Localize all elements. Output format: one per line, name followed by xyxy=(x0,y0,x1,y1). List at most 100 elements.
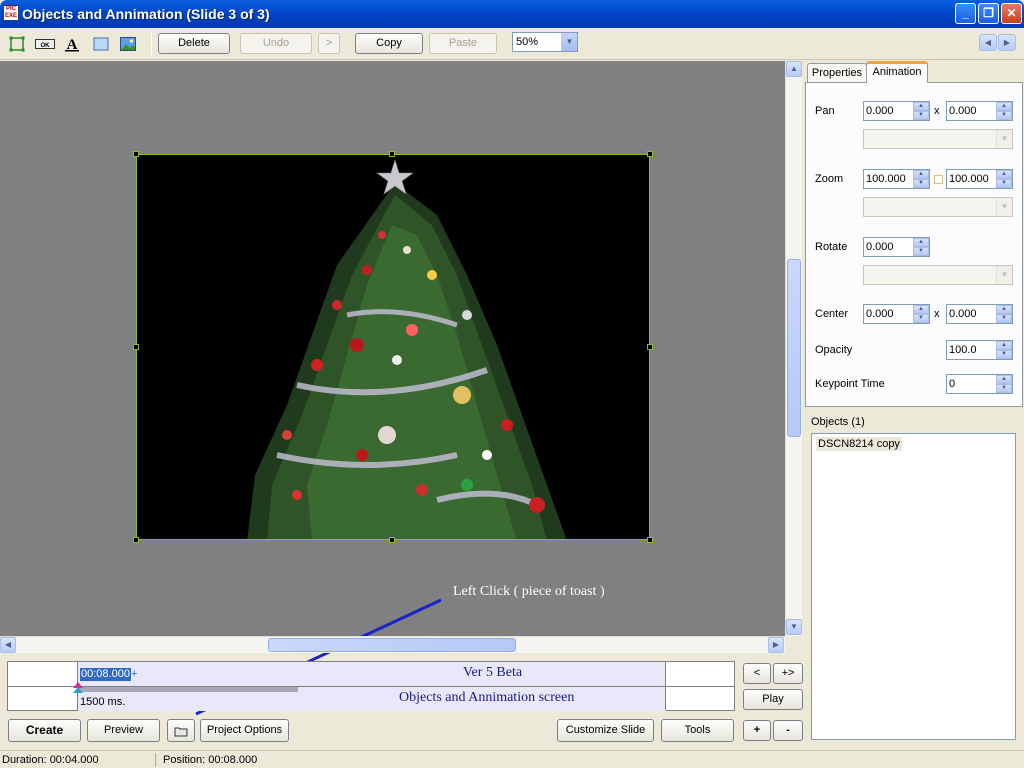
resize-handle[interactable] xyxy=(389,151,395,157)
spin-up-icon[interactable]: ▲ xyxy=(913,102,929,111)
spin-up-icon[interactable]: ▲ xyxy=(996,341,1012,350)
spin-down-icon[interactable]: ▼ xyxy=(996,350,1012,359)
delete-button[interactable]: Delete xyxy=(158,33,230,54)
spin-down-icon[interactable]: ▼ xyxy=(996,179,1012,188)
horizontal-scrollbar[interactable]: ◀ ▶ xyxy=(0,636,785,653)
svg-text:A: A xyxy=(67,37,78,52)
christmas-tree-image[interactable] xyxy=(136,154,650,540)
minimize-button[interactable]: _ xyxy=(955,3,976,24)
keypoint-time-label: Keypoint Time xyxy=(815,378,885,390)
create-button[interactable]: Create xyxy=(8,719,81,742)
zoom-x-field[interactable]: 100.000 ▲ ▼ xyxy=(863,169,930,189)
open-folder-button[interactable] xyxy=(167,719,195,742)
center-y-value: 0.000 xyxy=(949,308,977,320)
paste-button[interactable]: Paste xyxy=(429,33,497,54)
horizontal-scroll-thumb[interactable] xyxy=(268,638,516,652)
remove-keypoint-button[interactable]: - xyxy=(773,720,803,741)
spin-down-icon[interactable]: ▼ xyxy=(913,111,929,120)
spin-up-icon[interactable]: ▲ xyxy=(913,305,929,314)
customize-slide-button[interactable]: Customize Slide xyxy=(557,719,654,742)
scroll-right-icon[interactable]: ▶ xyxy=(768,637,784,653)
slide-title-line1: Ver 5 Beta xyxy=(463,665,523,680)
pan-curve-select[interactable]: ▼ xyxy=(863,129,1013,149)
rectangle-object-icon[interactable] xyxy=(93,36,109,52)
spin-down-icon[interactable]: ▼ xyxy=(996,111,1012,120)
timeline-divider xyxy=(665,662,666,710)
folder-icon xyxy=(174,727,188,737)
list-item[interactable]: DSCN8214 copy xyxy=(816,437,902,451)
resize-handle[interactable] xyxy=(389,537,395,543)
spin-up-icon[interactable]: ▲ xyxy=(996,102,1012,111)
status-bar: Duration: 00:04.000 Position: 00:08.000 xyxy=(0,750,1024,768)
zoom-y-field[interactable]: 100.000 ▲ ▼ xyxy=(946,169,1013,189)
play-button[interactable]: Play xyxy=(743,689,803,710)
rotate-field[interactable]: 0.000 ▲ ▼ xyxy=(863,237,930,257)
project-options-button[interactable]: Project Options xyxy=(200,719,289,742)
spin-up-icon[interactable]: ▲ xyxy=(913,170,929,179)
spin-down-icon[interactable]: ▼ xyxy=(913,179,929,188)
scroll-left-icon[interactable]: ◀ xyxy=(0,637,16,653)
pan-y-field[interactable]: 0.000 ▲ ▼ xyxy=(946,101,1013,121)
chevron-down-icon[interactable]: ▼ xyxy=(996,198,1012,216)
chevron-down-icon[interactable]: ▼ xyxy=(561,33,577,51)
resize-handle[interactable] xyxy=(647,537,653,543)
add-keypoint-button[interactable]: + xyxy=(743,720,771,741)
tab-animation[interactable]: Animation xyxy=(866,61,928,83)
properties-panel: Properties Animation Pan 0.000 ▲ ▼ x 0.00… xyxy=(803,61,1024,410)
center-y-field[interactable]: 0.000 ▲ ▼ xyxy=(946,304,1013,324)
redo-button[interactable]: > xyxy=(318,33,340,54)
next-slide-button[interactable]: +> xyxy=(773,663,803,684)
close-button[interactable]: ✕ xyxy=(1001,3,1022,24)
objects-list[interactable]: DSCN8214 copy xyxy=(811,433,1016,740)
spin-up-icon[interactable]: ▲ xyxy=(913,238,929,247)
opacity-field[interactable]: 100.0 ▲ ▼ xyxy=(946,340,1013,360)
timeline[interactable]: 00:08.000 + 1500 ms. Ver 5 Beta Objects … xyxy=(7,661,735,711)
duration-bar[interactable] xyxy=(78,687,298,692)
zoom-select[interactable]: 50% ▼ xyxy=(512,32,578,52)
prev-slide-button[interactable]: < xyxy=(743,663,771,684)
zoom-link-checkbox[interactable] xyxy=(934,175,943,184)
scroll-left-icon[interactable]: ◀ xyxy=(979,34,997,51)
resize-handle[interactable] xyxy=(133,344,139,350)
button-object-icon[interactable]: OK xyxy=(35,36,55,52)
opacity-label: Opacity xyxy=(815,344,853,356)
resize-handle[interactable] xyxy=(647,344,653,350)
spin-up-icon[interactable]: ▲ xyxy=(996,375,1012,384)
frame-object-icon[interactable] xyxy=(9,36,25,52)
spin-up-icon[interactable]: ▲ xyxy=(996,170,1012,179)
image-object-icon[interactable] xyxy=(120,36,136,52)
vertical-scroll-thumb[interactable] xyxy=(787,259,801,437)
undo-button[interactable]: Undo xyxy=(240,33,312,54)
spin-up-icon[interactable]: ▲ xyxy=(996,305,1012,314)
time-value[interactable]: 00:08.000 xyxy=(80,668,131,681)
rotate-curve-select[interactable]: ▼ xyxy=(863,265,1013,285)
spin-down-icon[interactable]: ▼ xyxy=(913,314,929,323)
spin-down-icon[interactable]: ▼ xyxy=(996,314,1012,323)
objects-label: Objects (1) xyxy=(811,416,865,428)
spin-down-icon[interactable]: ▼ xyxy=(996,384,1012,393)
keypoint-marker-icon[interactable] xyxy=(73,682,83,694)
text-object-icon[interactable]: A xyxy=(64,36,80,52)
center-x-field[interactable]: 0.000 ▲ ▼ xyxy=(863,304,930,324)
preview-button[interactable]: Preview xyxy=(87,719,160,742)
app-icon[interactable]: PIC EXE xyxy=(3,5,19,21)
chevron-down-icon[interactable]: ▼ xyxy=(996,130,1012,148)
resize-handle[interactable] xyxy=(133,537,139,543)
status-divider xyxy=(155,753,156,767)
zoom-curve-select[interactable]: ▼ xyxy=(863,197,1013,217)
spin-down-icon[interactable]: ▼ xyxy=(913,247,929,256)
pan-x-field[interactable]: 0.000 ▲ ▼ xyxy=(863,101,930,121)
keypoint-time-field[interactable]: 0 ▲ ▼ xyxy=(946,374,1013,394)
tools-button[interactable]: Tools xyxy=(661,719,734,742)
tab-properties[interactable]: Properties xyxy=(807,63,867,83)
resize-handle[interactable] xyxy=(133,151,139,157)
toolbar: OK A Delete Undo > Copy Paste 50% ▼ ◀ ▶ xyxy=(0,28,1024,60)
copy-button[interactable]: Copy xyxy=(355,33,423,54)
resize-handle[interactable] xyxy=(647,151,653,157)
scroll-down-icon[interactable]: ▼ xyxy=(786,619,802,635)
scroll-up-icon[interactable]: ▲ xyxy=(786,61,802,77)
scroll-right-icon[interactable]: ▶ xyxy=(998,34,1016,51)
restore-button[interactable]: ❐ xyxy=(978,3,999,24)
chevron-down-icon[interactable]: ▼ xyxy=(996,266,1012,284)
vertical-scrollbar[interactable]: ▲ ▼ xyxy=(785,61,802,636)
